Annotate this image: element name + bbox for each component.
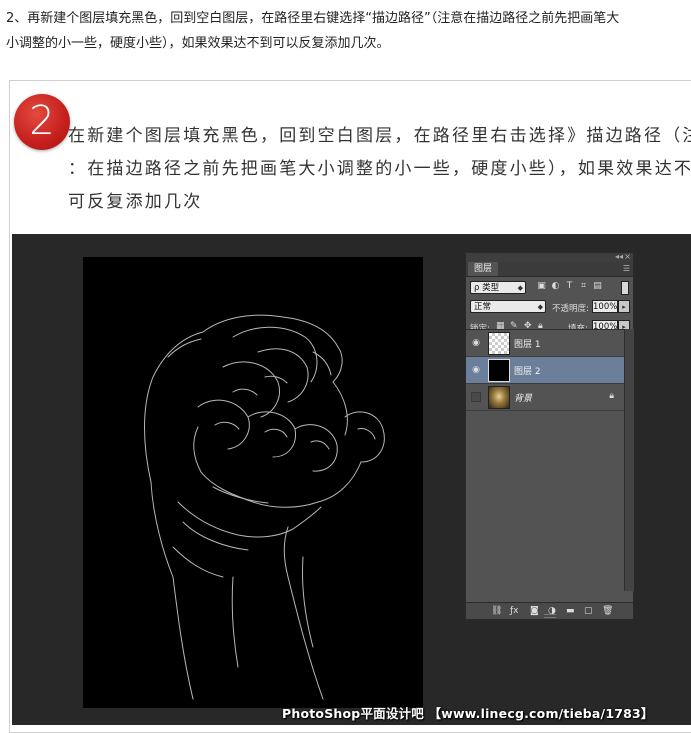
add-mask-icon[interactable]: ◙ — [530, 605, 539, 617]
step-description: 在新建个图层填充黑色，回到空白图层，在路径里右击选择》描边路径（注 ：在描边路径… — [68, 120, 691, 219]
pixel-filter-icon[interactable]: ▣ — [536, 281, 547, 292]
trash-icon[interactable]: 🗑︎ — [602, 605, 613, 617]
layers-scrollbar[interactable] — [624, 329, 634, 591]
shape-filter-icon[interactable]: ⌗ — [578, 281, 589, 292]
fist-outline-drawing — [144, 314, 385, 700]
layer-name: 背景 — [514, 394, 533, 404]
step-line-3: 可反复添加几次 — [68, 192, 203, 212]
panel-menu-icon[interactable]: ☰ — [623, 264, 630, 273]
layer-thumbnail — [488, 359, 510, 382]
watermark: PhotoShop平面设计吧 【www.linecg.com/tieba/178… — [282, 706, 654, 721]
resize-grip[interactable] — [544, 614, 556, 618]
eye-icon[interactable]: ◉ — [470, 364, 482, 376]
type-filter-icon[interactable]: T — [564, 281, 575, 292]
layers-panel: ◂◂ × 图层 ☰ ρ 类型 ◆ ▣ ◐ T ⌗ ▤ 正常 ◆ 不透明度: 10… — [465, 252, 634, 620]
chevron-down-icon: ◆ — [517, 284, 523, 292]
adjustment-filter-icon[interactable]: ◐ — [550, 281, 561, 292]
lock-icon: 🔒︎ — [609, 391, 614, 401]
filter-row: ρ 类型 ◆ ▣ ◐ T ⌗ ▤ — [466, 277, 633, 297]
layer-thumbnail — [488, 332, 510, 355]
document-canvas — [83, 257, 423, 708]
panel-header-bar: ◂◂ × — [466, 252, 633, 262]
layer-thumbnail — [488, 386, 510, 409]
step-number-badge: 2 — [14, 94, 70, 150]
intro-line-2: 小调整的小一些，硬度小些），如果效果达不到可以反复添加几次。 — [6, 36, 390, 51]
new-group-icon[interactable]: ▬ — [566, 605, 575, 617]
filter-type-select[interactable]: ρ 类型 ◆ — [470, 281, 526, 294]
intro-paragraph: 2、再新建个图层填充黑色，回到空白图层，在路径里右键选择“描边路径”（注意在描边… — [6, 6, 688, 56]
blend-row: 正常 ◆ 不透明度: 100% ▸ — [466, 297, 633, 317]
link-layers-icon[interactable]: ⛓ — [491, 605, 502, 617]
filter-toggle[interactable] — [621, 281, 629, 295]
blend-mode-select[interactable]: 正常 ◆ — [470, 300, 546, 313]
chevron-down-icon: ◆ — [537, 303, 543, 311]
close-icon[interactable]: × — [624, 252, 631, 261]
filter-type-value: ρ 类型 — [474, 283, 500, 293]
layer-row[interactable]: ◉ 图层 1 — [466, 330, 624, 357]
eye-icon[interactable]: ◉ — [470, 337, 482, 349]
layer-row[interactable]: ◉ 图层 2 — [466, 357, 624, 384]
new-layer-icon[interactable]: ▢ — [584, 605, 593, 617]
intro-line-1: 2、再新建个图层填充黑色，回到空白图层，在路径里右键选择“描边路径”（注意在描边… — [6, 11, 620, 26]
collapse-icon[interactable]: ◂◂ — [615, 252, 623, 261]
opacity-label: 不透明度: — [552, 304, 589, 314]
panel-tab-bar: 图层 ☰ — [466, 262, 633, 277]
photoshop-screenshot: ◂◂ × 图层 ☰ ρ 类型 ◆ ▣ ◐ T ⌗ ▤ 正常 ◆ 不透明度: 10… — [12, 234, 691, 725]
layers-list: ◉ 图层 1 ◉ 图层 2 背景 🔒︎ — [466, 329, 624, 592]
step-line-2: ：在描边路径之前先把画笔大小调整的小一些，硬度小些），如果效果达不 — [68, 159, 691, 179]
blend-mode-value: 正常 — [474, 302, 492, 312]
layer-row[interactable]: 背景 🔒︎ — [466, 384, 624, 411]
fx-icon[interactable]: ƒx — [510, 605, 519, 617]
step-number: 2 — [29, 98, 55, 144]
layer-name: 图层 1 — [514, 340, 541, 350]
tab-layers[interactable]: 图层 — [468, 262, 499, 276]
visibility-toggle-off[interactable] — [471, 392, 481, 402]
opacity-dropdown-icon[interactable]: ▸ — [618, 300, 630, 313]
smart-object-filter-icon[interactable]: ▤ — [592, 281, 603, 292]
layer-name: 图层 2 — [514, 367, 541, 377]
opacity-input[interactable]: 100% — [592, 300, 618, 313]
step-line-1: 在新建个图层填充黑色，回到空白图层，在路径里右击选择》描边路径（注 — [68, 126, 691, 146]
panel-bottom-bar: ⛓ ƒx ◙ ◑ ▬ ▢ 🗑︎ — [466, 602, 633, 619]
